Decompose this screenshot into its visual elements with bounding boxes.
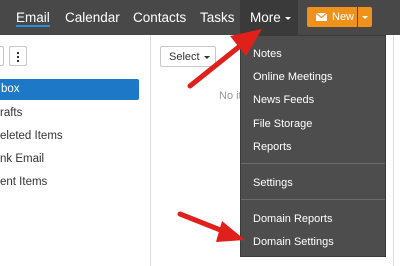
- menu-item-domain-settings[interactable]: Domain Settings: [253, 235, 334, 249]
- nav-email-label: Email: [16, 10, 50, 25]
- top-nav-bar: Email Calendar Contacts Tasks More New: [0, 0, 400, 35]
- menu-item-file-storage[interactable]: File Storage: [253, 117, 312, 131]
- menu-separator: [241, 163, 385, 164]
- envelope-icon: [316, 13, 327, 21]
- arrow-to-domain-settings-icon: [177, 211, 245, 242]
- nav-more[interactable]: More: [240, 0, 298, 35]
- sidebar-item-drafts[interactable]: rafts: [0, 105, 22, 121]
- menu-item-domain-reports[interactable]: Domain Reports: [253, 212, 332, 226]
- nav-calendar[interactable]: Calendar: [65, 9, 120, 26]
- menu-item-news-feeds[interactable]: News Feeds: [253, 93, 314, 107]
- chevron-down-icon: [284, 16, 291, 20]
- more-menu: Notes Online Meetings News Feeds File St…: [240, 35, 386, 257]
- nav-email[interactable]: Email: [16, 9, 50, 27]
- new-button-label: New: [332, 11, 355, 23]
- empty-list-message: No it: [219, 90, 242, 102]
- sidebar-item-junk-email[interactable]: nk Email: [0, 151, 44, 167]
- chevron-down-icon: [204, 56, 210, 59]
- new-dropdown-toggle[interactable]: [358, 7, 372, 27]
- new-button[interactable]: New: [307, 7, 357, 27]
- menu-item-settings[interactable]: Settings: [253, 176, 293, 190]
- vertical-dots-icon: [17, 52, 19, 62]
- select-dropdown[interactable]: Select: [160, 46, 216, 67]
- nav-tasks[interactable]: Tasks: [200, 9, 235, 26]
- pane-divider: [150, 35, 151, 266]
- nav-contacts[interactable]: Contacts: [133, 9, 186, 26]
- menu-item-notes[interactable]: Notes: [253, 47, 282, 61]
- sidebar-compose-button[interactable]: [0, 46, 4, 66]
- sidebar-item-inbox[interactable]: box: [0, 79, 139, 100]
- pane-divider: [393, 35, 394, 266]
- active-tab-underline: [16, 25, 50, 27]
- sidebar-options-button[interactable]: [9, 46, 27, 66]
- nav-more-label: More: [250, 9, 291, 26]
- chevron-down-icon: [362, 16, 368, 19]
- menu-separator: [241, 199, 385, 200]
- select-label: Select: [169, 51, 200, 63]
- sidebar-item-deleted-items[interactable]: eleted Items: [0, 128, 63, 144]
- nav-more-text: More: [250, 10, 281, 25]
- menu-item-online-meetings[interactable]: Online Meetings: [253, 70, 333, 84]
- sidebar-item-sent-items[interactable]: ent Items: [0, 174, 47, 190]
- menu-item-reports[interactable]: Reports: [253, 140, 292, 154]
